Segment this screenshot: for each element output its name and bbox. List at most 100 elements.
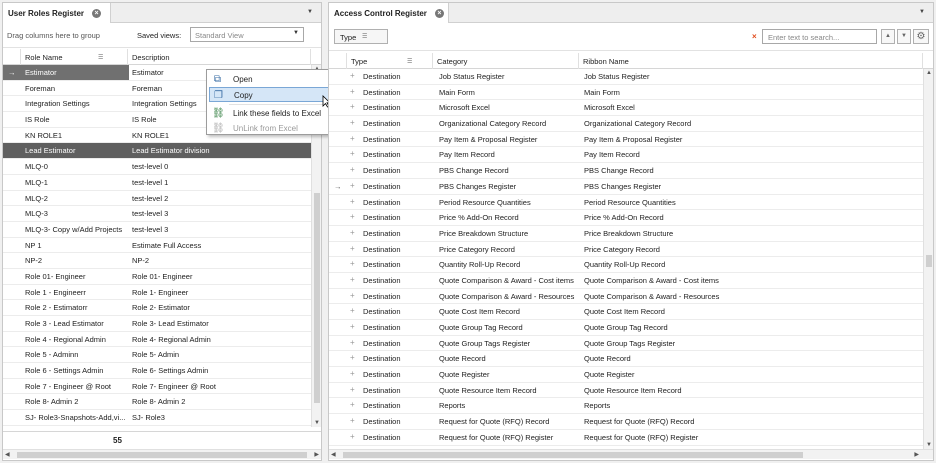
scroll-right-icon[interactable]: ▶: [914, 451, 919, 458]
cell-role-name[interactable]: Role 1 - Engineerr: [25, 288, 86, 297]
close-tab-icon[interactable]: ×: [434, 8, 444, 18]
table-row[interactable]: NP 1 Estimate Full Access: [3, 238, 311, 254]
cell-type[interactable]: Destination: [363, 276, 401, 285]
search-next-button[interactable]: ▼: [897, 29, 911, 44]
table-row[interactable]: Role 3 - Lead Estimator Role 3- Lead Esti…: [3, 316, 311, 332]
filter-icon[interactable]: ☰: [98, 54, 103, 61]
table-row[interactable]: + Destination Quote Comparison & Award - C…: [329, 273, 923, 289]
cell-description[interactable]: Estimate Full Access: [132, 241, 201, 250]
table-row[interactable]: + Destination Quote Cost Item Record Quote …: [329, 304, 923, 320]
expand-row-icon[interactable]: +: [350, 118, 355, 127]
table-row[interactable]: Role 01- Engineer Role 01- Engineer: [3, 269, 311, 285]
table-row[interactable]: + Destination PBS Change Record PBS Change …: [329, 163, 923, 179]
cell-role-name[interactable]: IS Role: [25, 115, 50, 124]
cell-role-name[interactable]: Integration Settings: [25, 99, 90, 108]
expand-row-icon[interactable]: +: [350, 134, 355, 143]
menu-item-unlink-excel[interactable]: ⛓ UnLink from Excel: [209, 121, 345, 136]
column-header-ribbon-name[interactable]: Ribbon Name: [579, 53, 923, 69]
cell-description[interactable]: Role 6- Settings Admin: [132, 366, 208, 375]
table-row[interactable]: + Destination Quote Comparison & Award - R…: [329, 289, 923, 305]
cell-category[interactable]: Quote Cost Item Record: [439, 307, 520, 316]
cell-description[interactable]: test-level 0: [132, 162, 168, 171]
cell-description[interactable]: Role 2- Estimator: [132, 303, 190, 312]
table-row[interactable]: MLQ-0 test-level 0: [3, 159, 311, 175]
cell-ribbon-name[interactable]: Quantity Roll-Up Record: [584, 260, 665, 269]
cell-description[interactable]: Foreman: [132, 84, 162, 93]
table-row[interactable]: Role 4 - Regional Admin Role 4- Regional …: [3, 332, 311, 348]
cell-category[interactable]: Microsoft Excel: [439, 103, 490, 112]
cell-category[interactable]: Quote Resource Item Record: [439, 386, 537, 395]
table-row[interactable]: + Destination Organizational Category Reco…: [329, 116, 923, 132]
cell-type[interactable]: Destination: [363, 72, 401, 81]
cell-category[interactable]: Reports: [439, 401, 465, 410]
cell-category[interactable]: Price Category Record: [439, 245, 515, 254]
scrollbar-thumb[interactable]: [926, 255, 932, 267]
scroll-up-icon[interactable]: ▲: [926, 70, 932, 76]
cell-description[interactable]: Role 01- Engineer: [132, 272, 192, 281]
cell-category[interactable]: Quote Group Tags Register: [439, 339, 530, 348]
table-row[interactable]: SJ- Role3-Snapshots-Add,vi... SJ- Role3: [3, 410, 311, 426]
expand-row-icon[interactable]: +: [350, 165, 355, 174]
cell-description[interactable]: test-level 2: [132, 194, 168, 203]
column-header-category[interactable]: Category: [433, 53, 579, 69]
expand-row-icon[interactable]: +: [350, 228, 355, 237]
cell-ribbon-name[interactable]: PBS Change Record: [584, 166, 654, 175]
cell-description[interactable]: SJ- Role3: [132, 413, 165, 422]
cell-description[interactable]: Role 5- Admin: [132, 350, 179, 359]
expand-row-icon[interactable]: +: [350, 102, 355, 111]
menu-item-open[interactable]: ⧉ Open: [209, 72, 345, 87]
horizontal-scrollbar[interactable]: ◀ ▶: [3, 449, 321, 459]
cell-category[interactable]: Job Status Register: [439, 72, 504, 81]
table-row[interactable]: Role 1 - Engineerr Role 1- Engineer: [3, 285, 311, 301]
scroll-down-icon[interactable]: ▼: [314, 420, 320, 426]
cell-role-name[interactable]: Estimator: [25, 68, 57, 77]
cell-category[interactable]: Organizational Category Record: [439, 119, 546, 128]
expand-row-icon[interactable]: +: [350, 197, 355, 206]
cell-category[interactable]: Price % Add-On Record: [439, 213, 519, 222]
cell-category[interactable]: Pay Item Record: [439, 150, 495, 159]
scroll-left-icon[interactable]: ◀: [5, 451, 10, 458]
cell-type[interactable]: Destination: [363, 260, 401, 269]
table-row[interactable]: NP-2 NP-2: [3, 253, 311, 269]
clear-search-icon[interactable]: ×: [752, 32, 757, 41]
table-row[interactable]: + Destination Quote Group Tags Register Quo…: [329, 336, 923, 352]
cell-role-name[interactable]: NP-2: [25, 256, 42, 265]
cell-category[interactable]: Quote Comparison & Award - Cost items: [439, 276, 574, 285]
cell-description[interactable]: NP-2: [132, 256, 149, 265]
expand-row-icon[interactable]: +: [350, 385, 355, 394]
cell-ribbon-name[interactable]: Microsoft Excel: [584, 103, 635, 112]
table-row[interactable]: Role 5 - Adminn Role 5- Admin: [3, 347, 311, 364]
cell-type[interactable]: Destination: [363, 292, 401, 301]
vertical-scrollbar[interactable]: ▲ ▼: [923, 69, 933, 449]
table-row[interactable]: + Destination Period Resource Quantities Pe…: [329, 195, 923, 211]
expand-row-icon[interactable]: +: [350, 291, 355, 300]
table-row[interactable]: Role 6 - Settings Admin Role 6- Settings …: [3, 363, 311, 379]
cell-role-name[interactable]: Role 4 - Regional Admin: [25, 335, 106, 344]
table-row[interactable]: + Destination Pay Item & Proposal Register…: [329, 132, 923, 148]
cell-ribbon-name[interactable]: Quote Cost Item Record: [584, 307, 665, 316]
horizontal-scrollbar[interactable]: ◀ ▶: [329, 449, 933, 459]
cell-type[interactable]: Destination: [363, 198, 401, 207]
cell-ribbon-name[interactable]: PBS Changes Register: [584, 182, 661, 191]
cell-ribbon-name[interactable]: Quote Group Tags Register: [584, 339, 675, 348]
menu-item-link-excel[interactable]: ⛓ Link these fields to Excel: [209, 106, 345, 121]
cell-ribbon-name[interactable]: Reports: [584, 401, 610, 410]
cell-role-name[interactable]: MLQ-3: [25, 209, 48, 218]
table-row[interactable]: + Destination Job Status Register Job Statu…: [329, 69, 923, 85]
cell-category[interactable]: Period Resource Quantities: [439, 198, 531, 207]
expand-row-icon[interactable]: +: [350, 149, 355, 158]
cell-category[interactable]: Quote Register: [439, 370, 489, 379]
cell-ribbon-name[interactable]: Pay Item & Proposal Register: [584, 135, 682, 144]
cell-role-name[interactable]: MLQ-3- Copy w/Add Projects: [25, 225, 122, 234]
cell-ribbon-name[interactable]: Quote Resource Item Record: [584, 386, 682, 395]
cell-ribbon-name[interactable]: Main Form: [584, 88, 620, 97]
cell-description[interactable]: Integration Settings: [132, 99, 197, 108]
cell-type[interactable]: Destination: [363, 323, 401, 332]
expand-row-icon[interactable]: +: [350, 71, 355, 80]
cell-type[interactable]: Destination: [363, 354, 401, 363]
expand-row-icon[interactable]: +: [350, 369, 355, 378]
cell-ribbon-name[interactable]: Price Category Record: [584, 245, 660, 254]
cell-ribbon-name[interactable]: Price % Add-On Record: [584, 213, 664, 222]
cell-type[interactable]: Destination: [363, 307, 401, 316]
cell-type[interactable]: Destination: [363, 339, 401, 348]
